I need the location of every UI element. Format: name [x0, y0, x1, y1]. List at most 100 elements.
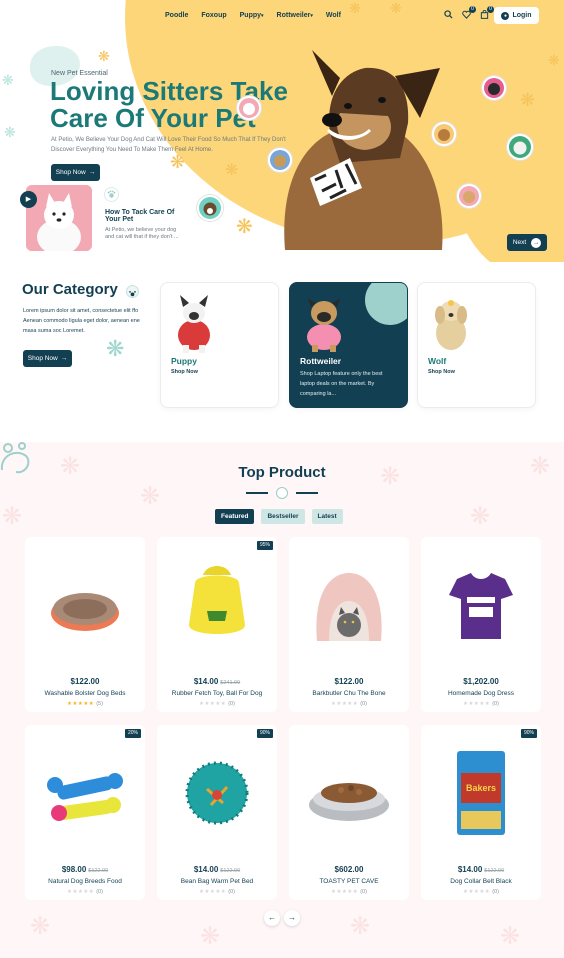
search-icon[interactable]	[444, 10, 453, 19]
product-image-food-bag: Bakers	[457, 751, 505, 835]
pet-avatar[interactable]	[482, 76, 506, 100]
heart-icon[interactable]: 0	[462, 6, 476, 19]
category-shop-link[interactable]: Shop Now	[428, 369, 455, 375]
shop-now-label: Shop Now	[27, 355, 58, 362]
product-card[interactable]: $1,202.00 Homemade Dog Dress ★★★★★ (0)	[421, 537, 541, 712]
hero-section: ❋ ❋ ❋ ❋ ❋ ❋ ❋ ❋ ❋ ❋ ❋ Poodle Foxoup Pupp…	[0, 0, 564, 262]
price-value: $14.00	[193, 677, 219, 686]
product-image-dog-bed	[51, 593, 119, 631]
bag-icon[interactable]: 0	[480, 6, 494, 19]
product-price: $14.00 $122.00	[421, 865, 541, 874]
category-card-wolf[interactable]: Wolf Shop Now	[417, 282, 536, 408]
nav-item-rottweiler[interactable]: Rottweiler▾	[277, 12, 313, 19]
rating-count: (0)	[492, 701, 499, 707]
divider-line	[246, 492, 268, 494]
nav-item-poodle[interactable]: Poodle	[165, 12, 188, 19]
discount-badge: 90%	[520, 729, 537, 738]
tip-title[interactable]: How To Tack Care Of Your Pet	[105, 209, 185, 223]
product-image-cat-cave	[316, 573, 382, 641]
old-price: $241.99	[220, 680, 241, 686]
rating-count: (0)	[360, 889, 367, 895]
product-card[interactable]: 95% $14.00 $241.99 Rubber Fetch Toy, Ball…	[157, 537, 277, 712]
arrow-right-icon: →	[531, 237, 542, 248]
product-name[interactable]: TOASTY PET CAVE	[289, 878, 409, 885]
category-card-rottweiler[interactable]: Rottweiler Shop Laptop feature only the …	[289, 282, 408, 408]
product-name[interactable]: Rubber Fetch Toy, Ball For Dog	[157, 690, 277, 697]
next-slide-button[interactable]: Next →	[507, 234, 547, 251]
product-name[interactable]: Homemade Dog Dress	[421, 690, 541, 697]
main-nav: Poodle Foxoup Puppy▾ Rottweiler▾ Wolf	[165, 12, 341, 19]
paw-icon: ❋	[390, 0, 402, 16]
tab-latest[interactable]: Latest	[311, 509, 343, 524]
paw-icon: ❋	[548, 52, 560, 68]
play-icon[interactable]: ▶	[20, 191, 37, 208]
arrow-right-icon: →	[60, 355, 68, 362]
pet-avatar[interactable]	[507, 134, 533, 160]
product-card[interactable]: 20% $98.00 $122.00 Natural Dog Breeds Foo…	[25, 725, 145, 900]
category-card-description: Shop Laptop feature only the best laptop…	[300, 371, 383, 397]
nav-item-puppy[interactable]: Puppy▾	[240, 12, 264, 19]
pet-avatar[interactable]	[237, 96, 261, 120]
old-price: $122.00	[484, 868, 505, 874]
product-rating: ★★★★★ (0)	[331, 701, 367, 707]
old-price: $122.00	[88, 868, 109, 874]
product-name[interactable]: Bean Bag Warm Pet Bed	[157, 878, 277, 885]
product-rating: ★★★★★ (0)	[331, 889, 367, 895]
discount-badge: 95%	[256, 541, 273, 550]
paw-icon: ❋	[470, 503, 491, 530]
category-shop-now-button[interactable]: Shop Now →	[23, 350, 72, 367]
product-image-yellow-hoodie	[189, 566, 245, 634]
pet-avatar[interactable]	[457, 184, 481, 208]
product-card[interactable]: 90% $14.00 $122.00 Bean Bag Warm Pet Bed …	[157, 725, 277, 900]
rating-count: (0)	[492, 889, 499, 895]
pet-avatar[interactable]	[432, 122, 456, 146]
product-image-dog-dress	[449, 573, 513, 639]
hero-description: At Petio, We Believe Your Dog And Cat Wi…	[51, 137, 286, 153]
product-name[interactable]: Barkbutler Chu The Bone	[289, 690, 409, 697]
tab-bestseller[interactable]: Bestseller	[261, 509, 305, 524]
hero-shop-now-button[interactable]: Shop Now →	[51, 164, 100, 181]
chevron-down-icon: ▾	[310, 13, 313, 19]
nav-item-label: Rottweiler	[276, 12, 311, 19]
product-card[interactable]: $602.00 TOASTY PET CAVE ★★★★★ (0)	[289, 725, 409, 900]
puppy-image	[178, 295, 210, 353]
pet-avatar[interactable]	[268, 148, 292, 172]
discount-badge: 90%	[256, 729, 273, 738]
next-arrow-button[interactable]: →	[284, 910, 300, 926]
category-name: Puppy	[171, 356, 197, 366]
paw-icon: ❋	[349, 0, 361, 16]
category-title: Our Category	[22, 281, 118, 298]
product-name[interactable]: Natural Dog Breeds Food	[25, 878, 145, 885]
category-shop-link[interactable]: Shop Now	[171, 369, 198, 375]
hero-dog-image	[284, 50, 443, 250]
product-name[interactable]: Washable Bolster Dog Beds	[25, 690, 145, 697]
paw-icon: ❋	[170, 152, 186, 172]
old-price: $122.00	[220, 868, 241, 874]
login-button[interactable]: ● Login	[494, 7, 539, 24]
product-image-food-bowl	[309, 783, 389, 821]
next-label: Next	[512, 239, 527, 246]
product-rating: ★★★★★ (0)	[463, 701, 499, 707]
arrow-right-icon: →	[88, 169, 96, 176]
category-card-puppy[interactable]: Puppy Shop Now	[160, 282, 279, 408]
category-name: Rottweiler	[300, 356, 342, 366]
product-tabs: Featured Bestseller Latest	[215, 509, 343, 524]
product-card[interactable]: $122.00 Barkbutler Chu The Bone ★★★★★ (0)	[289, 537, 409, 712]
prev-arrow-button[interactable]: ←	[264, 910, 280, 926]
bag-brand-text: Bakers	[466, 783, 496, 793]
category-description: Lorem ipsum dolor sit amet, consectetue …	[23, 308, 140, 334]
product-price: $14.00 $122.00	[157, 865, 277, 874]
nav-item-wolf[interactable]: Wolf	[326, 12, 341, 19]
paw-icon: ❋	[500, 923, 521, 950]
card-decoration-circle	[365, 283, 407, 325]
paw-icon: ❋	[30, 913, 51, 940]
paw-icon: ❋	[106, 336, 125, 361]
product-card[interactable]: 90% Bakers $14.00 $122.00 Dog Collar Belt…	[421, 725, 541, 900]
discount-badge: 20%	[124, 729, 141, 738]
tab-featured[interactable]: Featured	[215, 509, 255, 524]
pet-avatar[interactable]	[197, 195, 223, 221]
paw-icon: ❋	[350, 913, 371, 940]
product-name[interactable]: Dog Collar Belt Black	[421, 878, 541, 885]
nav-item-foxoup[interactable]: Foxoup	[201, 12, 226, 19]
product-card[interactable]: $122.00 Washable Bolster Dog Beds ★★★★★(…	[25, 537, 145, 712]
